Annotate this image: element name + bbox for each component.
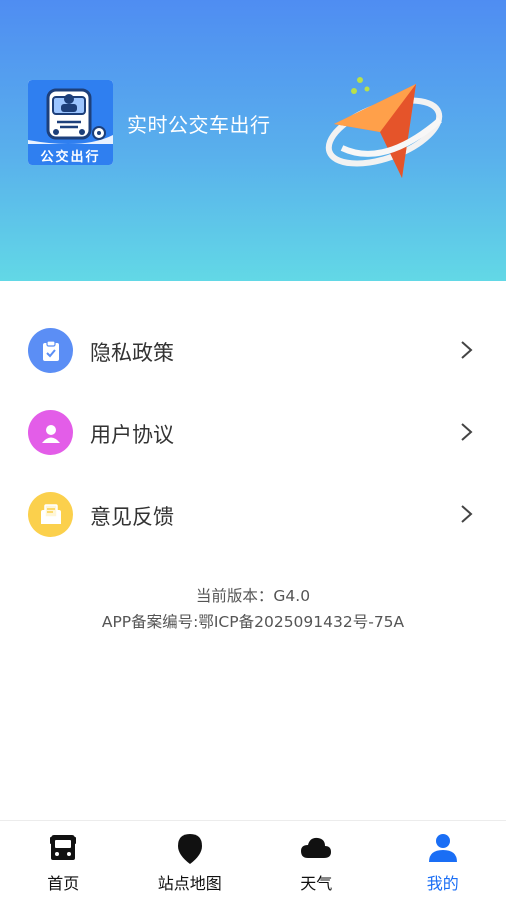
- paper-plane-icon: [322, 72, 448, 188]
- chevron-right-icon: [456, 503, 476, 525]
- tab-station-map[interactable]: 站点地图: [127, 821, 254, 901]
- app-logo: 公交出行: [28, 80, 113, 165]
- tab-mine[interactable]: 我的: [380, 821, 506, 901]
- settings-menu: 隐私政策 用户协议 意见反馈: [0, 308, 506, 554]
- tab-weather[interactable]: 天气: [253, 821, 380, 901]
- logo-caption: 公交出行: [28, 146, 113, 165]
- tab-home[interactable]: 首页: [0, 821, 127, 901]
- menu-item-user-agreement[interactable]: 用户协议: [0, 390, 506, 472]
- menu-item-privacy-policy[interactable]: 隐私政策: [0, 308, 506, 390]
- profile-header: 公交出行 实时公交车出行: [0, 0, 506, 281]
- person-icon: [427, 833, 459, 863]
- tab-label: 天气: [253, 870, 380, 894]
- tab-label: 首页: [0, 870, 127, 894]
- chevron-right-icon: [456, 339, 476, 361]
- bottom-tab-bar: 首页 站点地图 天气 我的: [0, 820, 506, 901]
- tab-label: 站点地图: [127, 870, 254, 894]
- app-title: 实时公交车出行: [127, 109, 271, 138]
- version-text: 当前版本：G4.0: [0, 583, 506, 609]
- menu-item-label: 用户协议: [90, 419, 174, 449]
- feedback-mail-icon: [28, 492, 73, 537]
- tab-label: 我的: [380, 870, 506, 894]
- icp-record-text: APP备案编号:鄂ICP备2025091432号-75A: [0, 609, 506, 635]
- chevron-right-icon: [456, 421, 476, 443]
- location-pin-icon: [175, 833, 205, 865]
- bus-icon: [48, 833, 78, 863]
- user-icon: [28, 410, 73, 455]
- clipboard-check-icon: [28, 328, 73, 373]
- cloud-icon: [300, 833, 332, 863]
- menu-item-label: 隐私政策: [90, 337, 174, 367]
- menu-item-label: 意见反馈: [90, 501, 174, 531]
- menu-item-feedback[interactable]: 意见反馈: [0, 472, 506, 554]
- version-info: 当前版本：G4.0 APP备案编号:鄂ICP备2025091432号-75A: [0, 583, 506, 635]
